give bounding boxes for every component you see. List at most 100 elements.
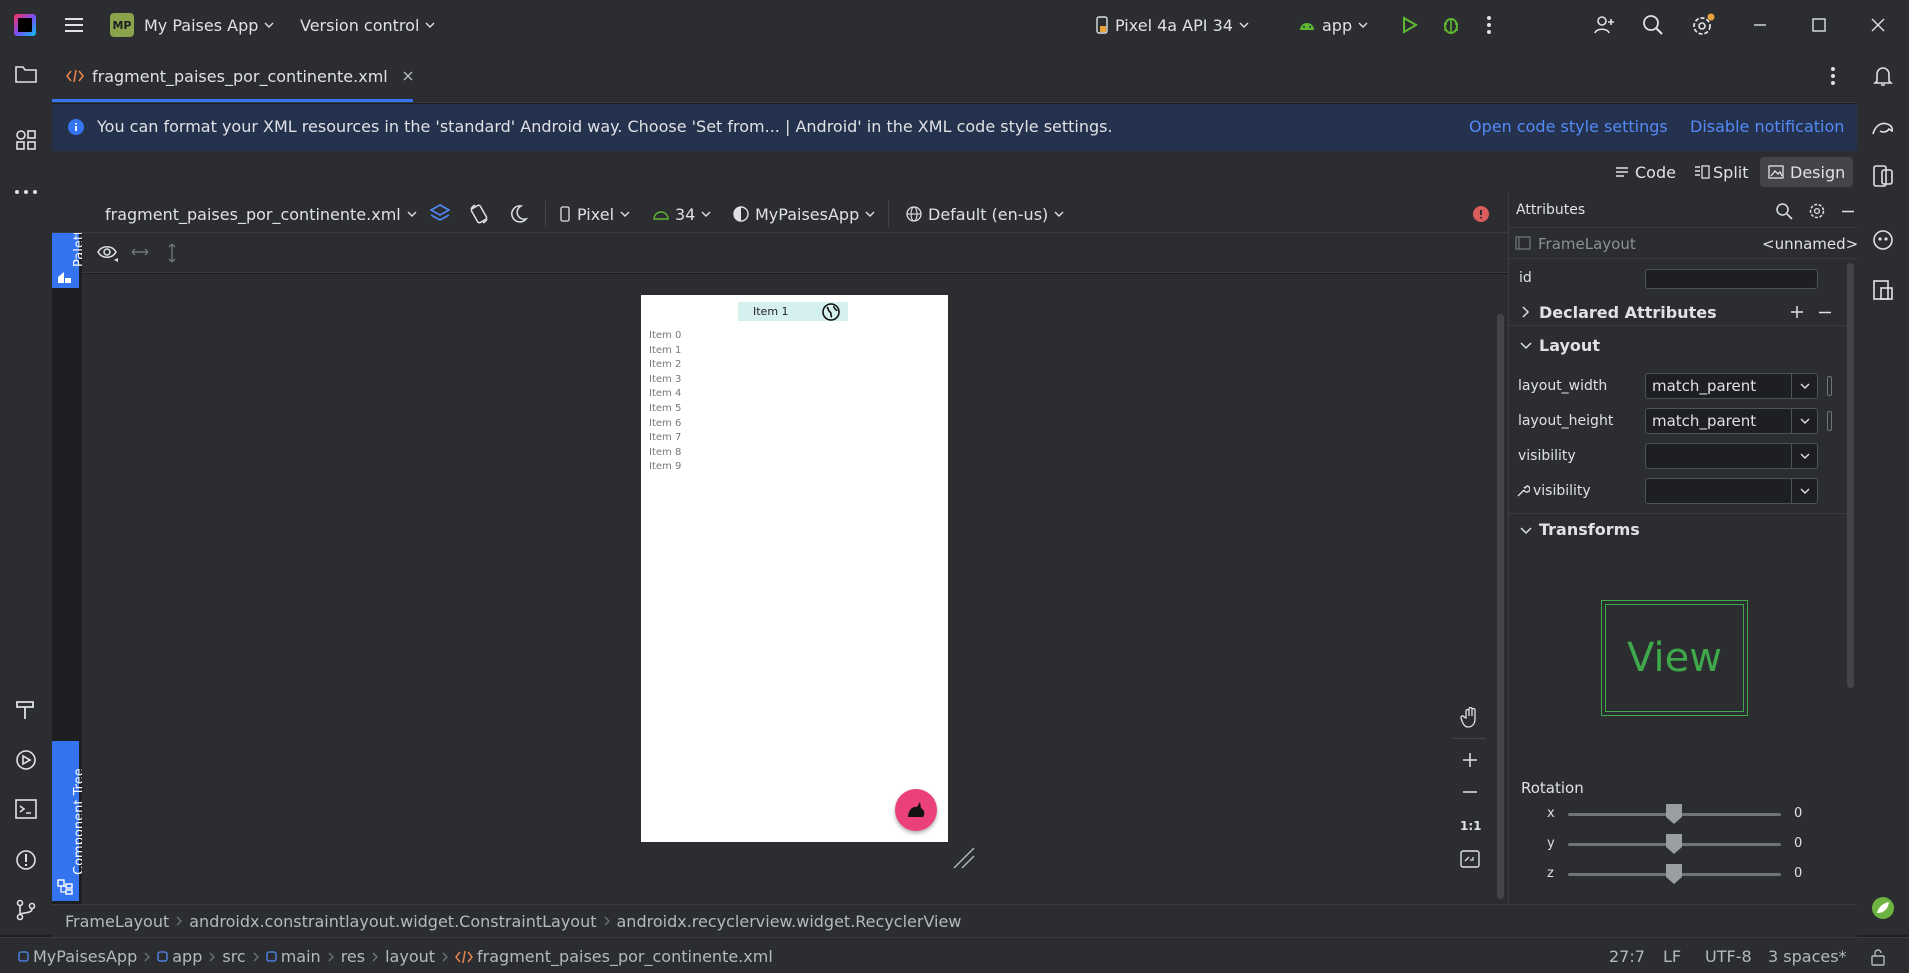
api-level-selector[interactable]: 34 — [653, 203, 711, 225]
tools-visibility-dropdown[interactable] — [1645, 478, 1818, 504]
minimize-icon[interactable] — [1753, 18, 1767, 32]
search-icon[interactable] — [1641, 13, 1665, 37]
chevron-down-icon — [1358, 22, 1368, 28]
zoom-out-icon[interactable] — [1462, 784, 1478, 800]
debug-icon[interactable] — [1441, 14, 1461, 36]
more-actions-icon[interactable] — [1486, 14, 1492, 36]
design-surface-layers-icon[interactable] — [429, 203, 451, 225]
main-menu-icon[interactable] — [63, 15, 85, 35]
project-folder-icon[interactable] — [14, 64, 38, 84]
problems-icon[interactable] — [14, 848, 38, 872]
rotation-y-slider-thumb[interactable] — [1666, 834, 1682, 854]
path-item[interactable]: res — [341, 947, 365, 966]
run-icon[interactable] — [1399, 15, 1419, 35]
spring-leaf-icon[interactable] — [1871, 896, 1895, 920]
layout-width-dropdown[interactable]: match_parent — [1645, 373, 1818, 399]
error-indicator-icon[interactable] — [1473, 206, 1489, 222]
path-item[interactable]: app — [172, 947, 202, 966]
zoom-in-icon[interactable] — [1462, 752, 1478, 768]
attributes-settings-gear-icon[interactable] — [1808, 202, 1826, 220]
resource-picker-handle[interactable] — [1827, 376, 1832, 396]
path-item[interactable]: MyPaisesApp — [33, 947, 137, 966]
resize-handle-icon[interactable] — [952, 846, 976, 870]
more-tools-icon[interactable] — [14, 188, 38, 196]
device-preview-selector[interactable]: Pixel — [559, 203, 630, 225]
add-user-icon[interactable] — [1592, 13, 1616, 37]
build-hammer-icon[interactable] — [14, 698, 38, 722]
maximize-icon[interactable] — [1812, 18, 1826, 32]
code-mode-button[interactable]: Code — [1615, 160, 1676, 184]
declared-attributes-expand-icon[interactable] — [1521, 306, 1531, 318]
git-branch-icon[interactable] — [14, 898, 38, 922]
night-mode-moon-icon[interactable] — [508, 204, 528, 224]
add-attribute-icon[interactable] — [1790, 305, 1804, 319]
file-encoding[interactable]: UTF-8 — [1705, 947, 1752, 966]
component-tree-side-tab[interactable]: Component Tree — [52, 741, 87, 901]
app-inspection-icon[interactable] — [1871, 278, 1895, 302]
hide-panel-icon[interactable] — [1841, 210, 1855, 213]
layout-height-dropdown[interactable]: match_parent — [1645, 408, 1818, 434]
device-preview-screen[interactable]: Item 1 Item 0 Item 1 Item 2 Item 3 Item … — [641, 295, 948, 842]
id-input[interactable] — [1645, 269, 1818, 289]
zoom-to-fit-icon[interactable] — [1460, 850, 1480, 868]
rotation-z-slider-thumb[interactable] — [1666, 864, 1682, 884]
orientation-rotate-icon[interactable] — [468, 203, 490, 225]
view-options-eye-icon[interactable] — [97, 244, 119, 262]
remove-attribute-icon[interactable] — [1818, 311, 1832, 314]
design-mode-button[interactable]: Design — [1760, 157, 1854, 187]
editor-tab[interactable]: fragment_paises_por_continente.xml — [66, 64, 414, 88]
id-label: id — [1519, 270, 1532, 286]
open-code-style-settings-link[interactable]: Open code style settings — [1469, 117, 1668, 136]
breadcrumb-item[interactable]: androidx.constraintlayout.widget.Constra… — [189, 912, 596, 931]
indent-setting[interactable]: 3 spaces* — [1768, 947, 1847, 966]
terminal-icon[interactable] — [14, 798, 38, 820]
layout-collapse-icon[interactable] — [1520, 341, 1532, 351]
theme-selector[interactable]: MyPaisesApp — [733, 203, 875, 225]
layout-section-header[interactable]: Layout — [1539, 336, 1600, 355]
path-item[interactable]: layout — [385, 947, 435, 966]
resource-picker-handle[interactable] — [1827, 411, 1832, 431]
caret-position[interactable]: 27:7 — [1609, 947, 1645, 966]
notifications-bell-icon[interactable] — [1871, 64, 1895, 88]
settings-gear-icon[interactable] — [1690, 13, 1716, 37]
line-separator[interactable]: LF — [1663, 947, 1681, 966]
run-config-selector[interactable]: app — [1298, 12, 1368, 38]
breadcrumb-item[interactable]: FrameLayout — [65, 912, 169, 931]
pan-hand-icon[interactable] — [1460, 706, 1480, 728]
device-manager-icon[interactable] — [1871, 164, 1895, 188]
transforms-section-header[interactable]: Transforms — [1539, 520, 1640, 539]
transforms-collapse-icon[interactable] — [1520, 526, 1532, 536]
vcs-selector[interactable]: Version control — [300, 12, 435, 38]
vertical-resize-icon[interactable] — [165, 242, 179, 264]
horizontal-resize-icon[interactable] — [130, 245, 150, 259]
disable-notification-link[interactable]: Disable notification — [1690, 117, 1844, 136]
visibility-dropdown[interactable] — [1645, 443, 1818, 469]
resource-manager-icon[interactable] — [14, 128, 38, 152]
zoom-actual-size-button[interactable]: 1:1 — [1460, 819, 1482, 833]
project-selector[interactable]: MP My Paises App — [110, 12, 274, 38]
tab-options-icon[interactable] — [1830, 66, 1836, 86]
canvas-vertical-scrollbar[interactable] — [1497, 314, 1504, 899]
search-attributes-icon[interactable] — [1775, 202, 1793, 220]
path-item[interactable]: main — [281, 947, 321, 966]
file-selector[interactable]: fragment_paises_por_continente.xml — [105, 203, 417, 225]
close-tab-icon[interactable] — [402, 70, 414, 82]
read-only-lock-icon[interactable] — [1870, 948, 1886, 966]
design-canvas[interactable]: Item 1 Item 0 Item 1 Item 2 Item 3 Item … — [82, 274, 1508, 904]
path-item[interactable]: src — [222, 947, 245, 966]
declared-attributes-header[interactable]: Declared Attributes — [1539, 303, 1717, 322]
copilot-icon[interactable] — [1871, 228, 1895, 252]
device-selector[interactable]: Pixel 4a API 34 — [1095, 12, 1249, 38]
locale-selector[interactable]: Default (en-us) — [906, 203, 1064, 225]
gradle-icon[interactable] — [1871, 116, 1895, 138]
rotation-x-slider-thumb[interactable] — [1666, 804, 1682, 824]
breadcrumb-item[interactable]: androidx.recyclerview.widget.RecyclerVie… — [617, 912, 962, 931]
split-mode-button[interactable]: Split — [1694, 160, 1748, 184]
attributes-scrollbar[interactable] — [1847, 263, 1854, 688]
app-logo-icon[interactable] — [14, 14, 36, 36]
path-item[interactable]: fragment_paises_por_continente.xml — [477, 947, 773, 966]
theme-label: MyPaisesApp — [755, 204, 860, 224]
close-window-icon[interactable] — [1871, 18, 1885, 32]
run-services-icon[interactable] — [14, 748, 38, 772]
floating-action-button[interactable] — [895, 789, 937, 831]
